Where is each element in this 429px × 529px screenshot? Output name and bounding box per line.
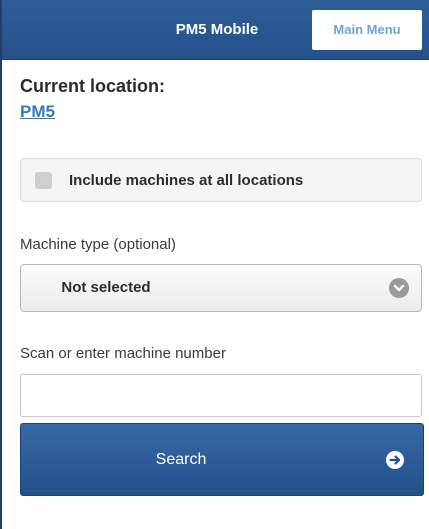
machine-type-selected-value: Not selected — [61, 279, 151, 296]
machine-number-label: Scan or enter machine number — [20, 345, 226, 362]
current-location-label: Current location: — [20, 76, 166, 96]
page-title: PM5 Mobile — [175, 21, 259, 38]
machine-number-input[interactable] — [20, 374, 422, 417]
checkbox-icon[interactable] — [35, 172, 52, 189]
search-button[interactable]: Search — [20, 423, 424, 496]
current-location-link[interactable]: PM5 — [20, 102, 55, 122]
include-all-locations-label: Include machines at all locations — [69, 172, 304, 189]
left-border — [0, 0, 2, 529]
header-bar: PM5 Mobile Main Menu — [2, 0, 429, 60]
main-menu-button[interactable]: Main Menu — [312, 10, 422, 50]
include-all-locations-checkbox[interactable]: Include machines at all locations — [20, 158, 422, 202]
machine-type-select[interactable]: Not selected — [20, 264, 422, 312]
machine-type-label: Machine type (optional) — [20, 236, 176, 253]
main-menu-label: Main Menu — [333, 22, 401, 37]
arrow-right-icon — [386, 451, 404, 469]
chevron-down-icon — [389, 278, 409, 298]
search-button-label: Search — [155, 451, 207, 468]
